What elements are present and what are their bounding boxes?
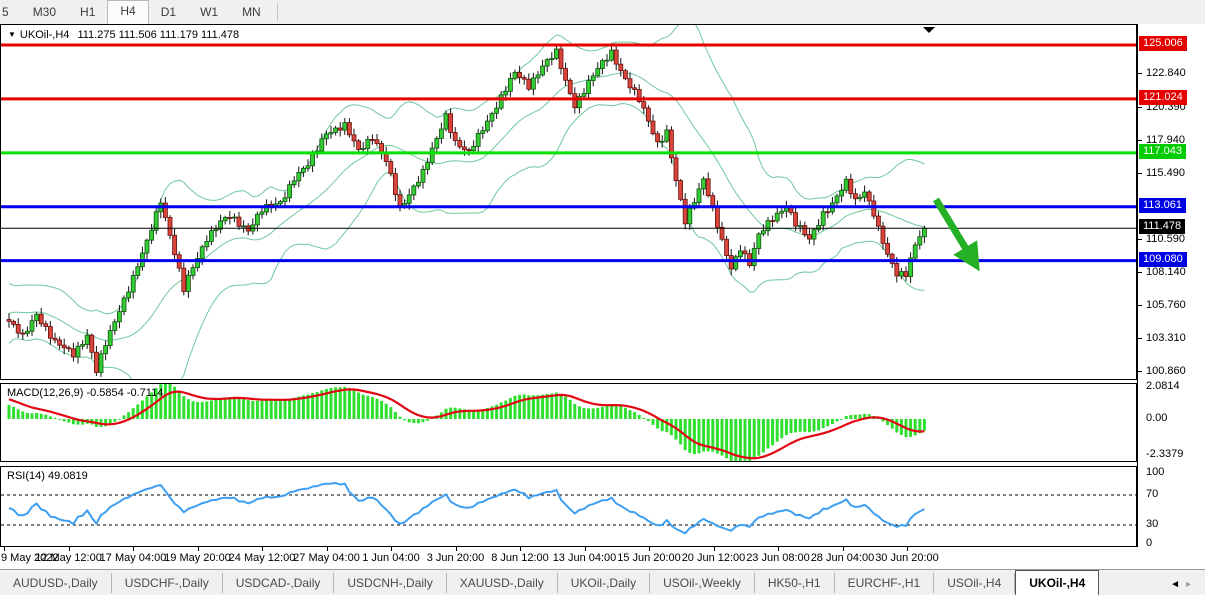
time-tick-label: 20 Jun 12:00: [682, 552, 746, 564]
timeframe-button-d1[interactable]: D1: [149, 1, 188, 23]
time-tick-mark: [327, 547, 328, 551]
time-tick-mark: [456, 547, 457, 551]
time-tick-mark: [843, 547, 844, 551]
macd-panel[interactable]: MACD(12,26,9) -0.5854 -0.7114: [0, 383, 1137, 462]
time-tick-mark: [520, 547, 521, 551]
timeframe-button-h4[interactable]: H4: [107, 0, 148, 24]
price-tick-label: 115.490: [1146, 167, 1185, 179]
price-tick-label: 100.860: [1146, 365, 1186, 377]
time-tick-mark: [69, 547, 70, 551]
time-tick-label: 15 Jun 20:00: [617, 552, 681, 564]
price-tick-mark: [1138, 73, 1142, 74]
chart-tab-usoil-h4[interactable]: USOil-,H4: [934, 573, 1015, 593]
time-tick-label: 17 May 04:00: [100, 552, 167, 564]
macd-axis-label: -2.3379: [1146, 448, 1183, 460]
time-tick-label: 8 Jun 12:00: [491, 552, 549, 564]
time-tick-label: 24 May 12:00: [229, 552, 296, 564]
main-chart-panel[interactable]: ▼ UKOil-,H4 111.275 111.506 111.179 111.47…: [0, 24, 1137, 380]
candlestick-chart[interactable]: [1, 25, 1136, 379]
price-tick-mark: [1138, 338, 1142, 339]
rsi-axis-label: 100: [1146, 466, 1164, 478]
price-level-badge: 125.006: [1139, 36, 1187, 51]
chart-tab-audusd-daily[interactable]: AUDUSD-,Daily: [0, 573, 112, 593]
price-tick-label: 110.590: [1146, 233, 1185, 245]
rsi-axis-label: 70: [1146, 488, 1158, 500]
time-tick-mark: [714, 547, 715, 551]
rsi-axis-label: 30: [1146, 518, 1158, 530]
time-tick-mark: [198, 547, 199, 551]
time-axis[interactable]: 9 May 202212 May 12:0017 May 04:0019 May…: [0, 547, 1137, 569]
timeframe-button-h1[interactable]: H1: [68, 1, 107, 23]
chart-tab-bar: AUDUSD-,DailyUSDCHF-,DailyUSDCAD-,DailyU…: [0, 569, 1205, 595]
time-tick-mark: [585, 547, 586, 551]
rsi-indicator-label: RSI(14) 49.0819: [7, 470, 88, 482]
time-tick-label: 13 Jun 04:00: [553, 552, 617, 564]
price-tick-label: 122.840: [1146, 67, 1186, 79]
price-tick-label: 108.140: [1146, 266, 1186, 278]
time-tick-mark: [4, 547, 5, 551]
time-tick-mark: [262, 547, 263, 551]
chart-ohlc-values: 111.275 111.506 111.179 111.478: [77, 29, 239, 41]
time-tick-label: 12 May 12:00: [35, 552, 102, 564]
chart-tab-ukoil-daily[interactable]: UKOil-,Daily: [558, 573, 650, 593]
chart-tab-usdchf-daily[interactable]: USDCHF-,Daily: [112, 573, 223, 593]
chart-tab-usoil-weekly[interactable]: USOil-,Weekly: [650, 573, 755, 593]
chart-tab-hk50-h1[interactable]: HK50-,H1: [755, 573, 835, 593]
price-tick-mark: [1138, 239, 1142, 240]
timeframe-button-w1[interactable]: W1: [188, 1, 230, 23]
timeframe-button-5[interactable]: 5: [0, 1, 21, 23]
price-level-badge: 117.043: [1139, 144, 1186, 159]
time-tick-mark: [907, 547, 908, 551]
chart-symbol: UKOil-,H4: [20, 29, 70, 41]
price-tick-mark: [1138, 305, 1142, 306]
rsi-axis-label: 0: [1146, 537, 1152, 549]
toolbar-separator: [277, 3, 278, 21]
timeframe-button-mn[interactable]: MN: [230, 1, 273, 23]
time-tick-label: 27 May 04:00: [293, 552, 360, 564]
time-tick-mark: [133, 547, 134, 551]
macd-indicator-label: MACD(12,26,9) -0.5854 -0.7114: [7, 387, 163, 399]
price-level-badge: 109.080: [1139, 252, 1187, 267]
time-tick-label: 1 Jun 04:00: [362, 552, 420, 564]
chart-tab-usdcnh-daily[interactable]: USDCNH-,Daily: [334, 573, 446, 593]
macd-axis-label: 0.00: [1146, 412, 1167, 424]
mt4-window: 5M30H1H4D1W1MN ▼ UKOil-,H4 111.275 111.506…: [0, 0, 1205, 595]
price-axis[interactable]: 122.840120.390117.940115.490110.590108.1…: [1137, 24, 1205, 547]
chart-tab-usdcad-daily[interactable]: USDCAD-,Daily: [223, 573, 335, 593]
macd-axis-label: 2.0814: [1146, 380, 1180, 392]
price-tick-label: 103.310: [1146, 332, 1186, 344]
chart-tab-xauusd-daily[interactable]: XAUUSD-,Daily: [447, 573, 558, 593]
tab-scroll-right-icon[interactable]: ▸: [1186, 579, 1197, 590]
price-tick-mark: [1138, 272, 1142, 273]
timeframe-button-m30[interactable]: M30: [21, 1, 68, 23]
time-tick-label: 19 May 20:00: [164, 552, 231, 564]
rsi-panel[interactable]: RSI(14) 49.0819: [0, 466, 1137, 547]
symbol-dropdown-icon[interactable]: ▼: [8, 30, 16, 39]
time-tick-label: 28 Jun 04:00: [811, 552, 875, 564]
tab-scroll-left-icon[interactable]: ◄: [1170, 579, 1186, 590]
price-tick-mark: [1138, 107, 1142, 108]
timeframe-toolbar: 5M30H1H4D1W1MN: [0, 0, 1205, 25]
time-tick-mark: [391, 547, 392, 551]
rsi-chart[interactable]: [1, 467, 1136, 546]
time-tick-label: 3 Jun 20:00: [427, 552, 485, 564]
chart-tab-eurchf-h1[interactable]: EURCHF-,H1: [835, 573, 935, 593]
price-tick-label: 105.760: [1146, 299, 1186, 311]
price-level-badge: 113.061: [1139, 198, 1186, 213]
macd-chart[interactable]: [1, 384, 1136, 461]
price-tick-mark: [1138, 140, 1142, 141]
price-tick-mark: [1138, 371, 1142, 372]
chart-tab-ukoil-h4[interactable]: UKOil-,H4: [1015, 570, 1099, 595]
time-tick-label: 23 Jun 08:00: [746, 552, 810, 564]
time-tick-mark: [778, 547, 779, 551]
time-tick-label: 30 Jun 20:00: [875, 552, 939, 564]
price-level-badge: 121.024: [1139, 90, 1187, 105]
time-tick-mark: [649, 547, 650, 551]
chart-header: ▼ UKOil-,H4 111.275 111.506 111.179 111.47…: [8, 29, 239, 41]
price-level-badge: 111.478: [1139, 219, 1185, 234]
tab-scroll-arrows[interactable]: ◄▸: [1170, 579, 1205, 590]
price-tick-mark: [1138, 173, 1142, 174]
